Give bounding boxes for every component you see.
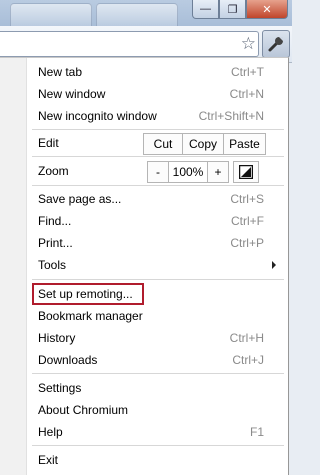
edit-button-group: Cut Copy Paste	[143, 133, 266, 155]
menu-item-shortcut: Ctrl+P	[230, 236, 264, 250]
menu-item-label: Print...	[38, 236, 73, 250]
menu-item-label: Downloads	[38, 353, 98, 367]
menu-item-shortcut: Ctrl+N	[229, 87, 264, 101]
minimize-button[interactable]: —	[192, 0, 219, 19]
star-icon[interactable]: ☆	[241, 33, 256, 55]
close-window-button[interactable]: ✕	[246, 0, 288, 19]
menu-item-label: Find...	[38, 214, 72, 228]
menu-item-shortcut: Ctrl+S	[230, 192, 264, 206]
menu-item-settings[interactable]: Settings	[38, 379, 264, 397]
menu-item-label: About Chromium	[38, 403, 129, 417]
menu-item-label: New incognito window	[38, 109, 157, 123]
menu-item-label: New tab	[38, 65, 83, 79]
menu-separator	[32, 185, 284, 186]
fullscreen-icon	[238, 164, 254, 180]
submenu-arrow-icon	[272, 261, 276, 269]
menu-separator	[32, 129, 284, 130]
menu-item-shortcut: Ctrl+T	[231, 65, 264, 79]
wrench-icon	[268, 37, 283, 52]
menu-item-shortcut: F1	[249, 425, 264, 439]
menu-item-label: Tools	[38, 258, 67, 272]
menu-item-history[interactable]: History Ctrl+H	[38, 329, 264, 347]
menu-item-new-incognito-window[interactable]: New incognito window Ctrl+Shift+N	[38, 107, 264, 125]
menu-item-label: Settings	[38, 381, 82, 395]
cut-button[interactable]: Cut	[143, 133, 183, 155]
fullscreen-button[interactable]	[233, 161, 259, 183]
menu-item-new-window[interactable]: New window Ctrl+N	[38, 85, 264, 103]
menu-item-save-page-as[interactable]: Save page as... Ctrl+S	[38, 190, 264, 208]
menu-item-label: Help	[38, 425, 63, 439]
zoom-in-button[interactable]: +	[207, 161, 229, 183]
omnibox[interactable]: ☆	[0, 31, 259, 57]
menu-item-label: History	[38, 331, 76, 345]
title-bar: — ❐ ✕	[0, 0, 292, 27]
menu-item-shortcut: Ctrl+Shift+N	[198, 109, 264, 123]
menu-separator	[32, 279, 284, 280]
zoom-level: 100%	[168, 161, 208, 183]
annotation-highlight-box	[32, 283, 144, 305]
menu-item-find[interactable]: Find... Ctrl+F	[38, 212, 264, 230]
menu-item-new-tab[interactable]: New tab Ctrl+T	[38, 63, 264, 81]
menu-separator	[32, 156, 284, 157]
menu-item-about-chromium[interactable]: About Chromium	[38, 401, 264, 419]
menu-item-shortcut: Ctrl+F	[231, 214, 264, 228]
copy-button[interactable]: Copy	[182, 133, 224, 155]
wrench-dropdown-menu: New tab Ctrl+T New window Ctrl+N New inc…	[0, 57, 289, 475]
close-icon: ✕	[262, 3, 272, 16]
menu-item-shortcut: Ctrl+J	[232, 353, 264, 367]
background-tab[interactable]	[10, 3, 92, 27]
paste-button[interactable]: Paste	[223, 133, 266, 155]
menu-item-label: New window	[38, 87, 106, 101]
menu-separator	[32, 373, 284, 374]
restore-button[interactable]: ❐	[219, 0, 246, 19]
menu-item-label: Exit	[38, 453, 59, 467]
zoom-out-button[interactable]: -	[147, 161, 169, 183]
menu-gutter	[0, 58, 27, 475]
menu-item-print[interactable]: Print... Ctrl+P	[38, 234, 264, 252]
wrench-menu-button[interactable]	[262, 30, 290, 58]
menu-item-downloads[interactable]: Downloads Ctrl+J	[38, 351, 264, 369]
menu-item-shortcut: Ctrl+H	[229, 331, 264, 345]
menu-item-label: Bookmark manager	[38, 309, 143, 323]
minimize-icon: —	[200, 3, 211, 15]
menu-separator	[32, 445, 284, 446]
menu-item-tools[interactable]: Tools	[38, 256, 276, 274]
background-tab[interactable]	[96, 3, 178, 27]
zoom-controls: - 100% +	[147, 161, 229, 183]
menu-item-label: Save page as...	[38, 192, 122, 206]
menu-item-label: Edit	[38, 136, 59, 150]
restore-icon: ❐	[227, 3, 238, 16]
menu-item-exit[interactable]: Exit	[38, 451, 264, 469]
menu-item-bookmark-manager[interactable]: Bookmark manager	[38, 307, 264, 325]
menu-item-label: Zoom	[38, 164, 69, 178]
menu-item-help[interactable]: Help F1	[38, 423, 264, 441]
